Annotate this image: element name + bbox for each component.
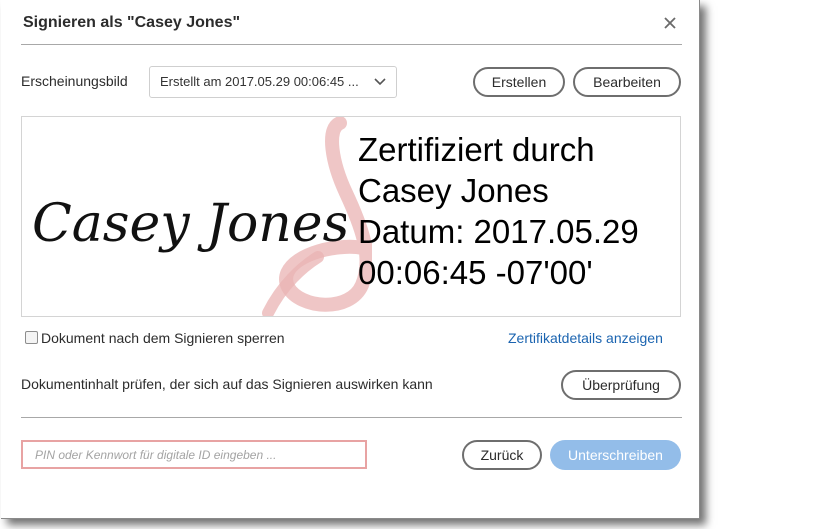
appearance-select[interactable]: Erstellt am 2017.05.29 00:06:45 ... bbox=[149, 66, 397, 98]
svg-text:Casey Jones: Casey Jones bbox=[32, 194, 346, 254]
signature-preview: Casey Jones Zertifiziert durch Casey Jon… bbox=[21, 116, 681, 317]
signature-line: Casey Jones bbox=[358, 172, 549, 209]
signature-details: Zertifiziert durch Casey Jones Datum: 20… bbox=[358, 129, 639, 293]
create-button[interactable]: Erstellen bbox=[473, 67, 565, 97]
signature-line: Zertifiziert durch bbox=[358, 131, 595, 168]
handwritten-signature: Casey Jones bbox=[32, 194, 346, 254]
close-icon[interactable] bbox=[661, 14, 679, 32]
pin-input[interactable] bbox=[21, 440, 367, 469]
back-button[interactable]: Zurück bbox=[462, 440, 542, 470]
edit-button[interactable]: Bearbeiten bbox=[573, 67, 681, 97]
review-button[interactable]: Überprüfung bbox=[561, 370, 681, 400]
sign-dialog: Signieren als "Casey Jones" Erscheinungs… bbox=[1, 0, 700, 519]
lock-checkbox[interactable] bbox=[25, 331, 38, 344]
review-text: Dokumentinhalt prüfen, der sich auf das … bbox=[21, 376, 433, 392]
lock-label[interactable]: Dokument nach dem Signieren sperren bbox=[41, 330, 285, 346]
chevron-down-icon bbox=[374, 78, 386, 86]
signature-line: 00:06:45 -07'00' bbox=[358, 254, 593, 291]
appearance-selected-value: Erstellt am 2017.05.29 00:06:45 ... bbox=[160, 74, 359, 89]
sign-button[interactable]: Unterschreiben bbox=[550, 440, 681, 470]
footer-divider bbox=[21, 417, 682, 418]
appearance-label: Erscheinungsbild bbox=[21, 73, 128, 89]
dialog-title: Signieren als "Casey Jones" bbox=[23, 14, 241, 31]
title-divider bbox=[21, 44, 682, 45]
signature-line: Datum: 2017.05.29 bbox=[358, 213, 639, 250]
certificate-details-link[interactable]: Zertifikatdetails anzeigen bbox=[508, 330, 663, 346]
